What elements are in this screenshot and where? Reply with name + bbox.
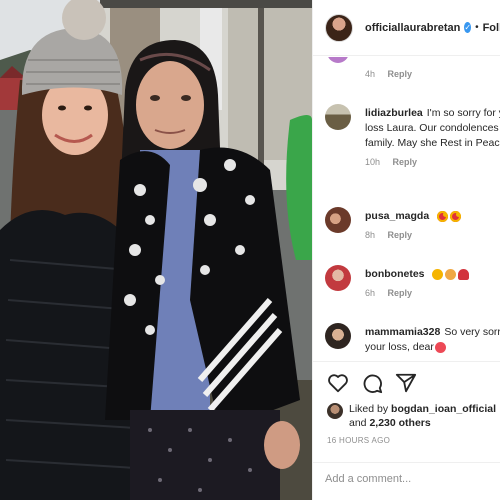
photo-illustration [0, 0, 312, 500]
likes-summary: Liked by bogdan_ioan_official and 2,230 … [327, 402, 496, 430]
author-avatar[interactable] [325, 13, 353, 42]
add-comment-bar [313, 462, 500, 500]
comment-username[interactable]: pusa_magda [365, 210, 429, 222]
comment-time: 6h [365, 288, 376, 298]
comment-time: 10h [365, 157, 381, 167]
comment-meta: 6h Reply [365, 286, 500, 301]
comment-username[interactable]: lidiazburlea [365, 107, 423, 119]
comment-meta: 10h Reply [365, 155, 500, 170]
share-icon[interactable] [395, 372, 417, 394]
heart-eyes-icon [437, 210, 449, 222]
post-header: officiallaurabretan ✓ • Follow [313, 0, 500, 56]
author-username[interactable]: officiallaurabretan [365, 22, 460, 34]
comment-time: 4h [365, 69, 376, 79]
likes-prefix: Liked by [349, 403, 389, 415]
heart-icon[interactable] [327, 372, 349, 394]
likes-count[interactable]: 2,230 others [369, 417, 430, 429]
red-heart-icon [434, 341, 446, 353]
header-separator: • [475, 22, 479, 33]
liker-avatar[interactable] [327, 403, 343, 419]
follow-button[interactable]: Follow [483, 22, 500, 34]
verified-badge-icon: ✓ [464, 22, 472, 33]
comment-avatar[interactable] [325, 104, 351, 130]
comment-username[interactable]: mammamia328 [365, 326, 440, 338]
heart-eyes-icon [450, 210, 462, 222]
rose-icon [458, 268, 470, 280]
comment-avatar[interactable] [327, 57, 349, 63]
post-photo[interactable] [0, 0, 312, 500]
action-icons [327, 372, 417, 394]
comment-avatar[interactable] [325, 265, 351, 291]
add-comment-input[interactable] [325, 473, 495, 485]
comment-icon[interactable] [361, 372, 383, 394]
reply-button[interactable]: Reply [388, 288, 413, 298]
post-timestamp[interactable]: 16 HOURS AGO [327, 436, 390, 445]
comment-avatar[interactable] [325, 207, 351, 233]
reply-button[interactable]: Reply [388, 230, 413, 240]
comments-list[interactable]: 4h Reply lidiazburleaI'm so sorry for yo… [313, 57, 500, 360]
comment-avatar[interactable] [325, 323, 351, 349]
folded-hands-icon [445, 268, 457, 280]
likes-and: and [349, 417, 367, 429]
comment-time: 8h [365, 230, 376, 240]
sad-face-icon [432, 268, 444, 280]
comment-meta: 4h Reply [365, 67, 500, 82]
reply-button[interactable]: Reply [388, 69, 413, 79]
liker-username[interactable]: bogdan_ioan_official [391, 403, 496, 415]
comment-username[interactable]: bonbonetes [365, 268, 425, 280]
post-side-panel: officiallaurabretan ✓ • Follow 4h Reply … [312, 0, 500, 500]
comment-meta: 8h Reply [365, 228, 500, 243]
reply-button[interactable]: Reply [393, 157, 418, 167]
